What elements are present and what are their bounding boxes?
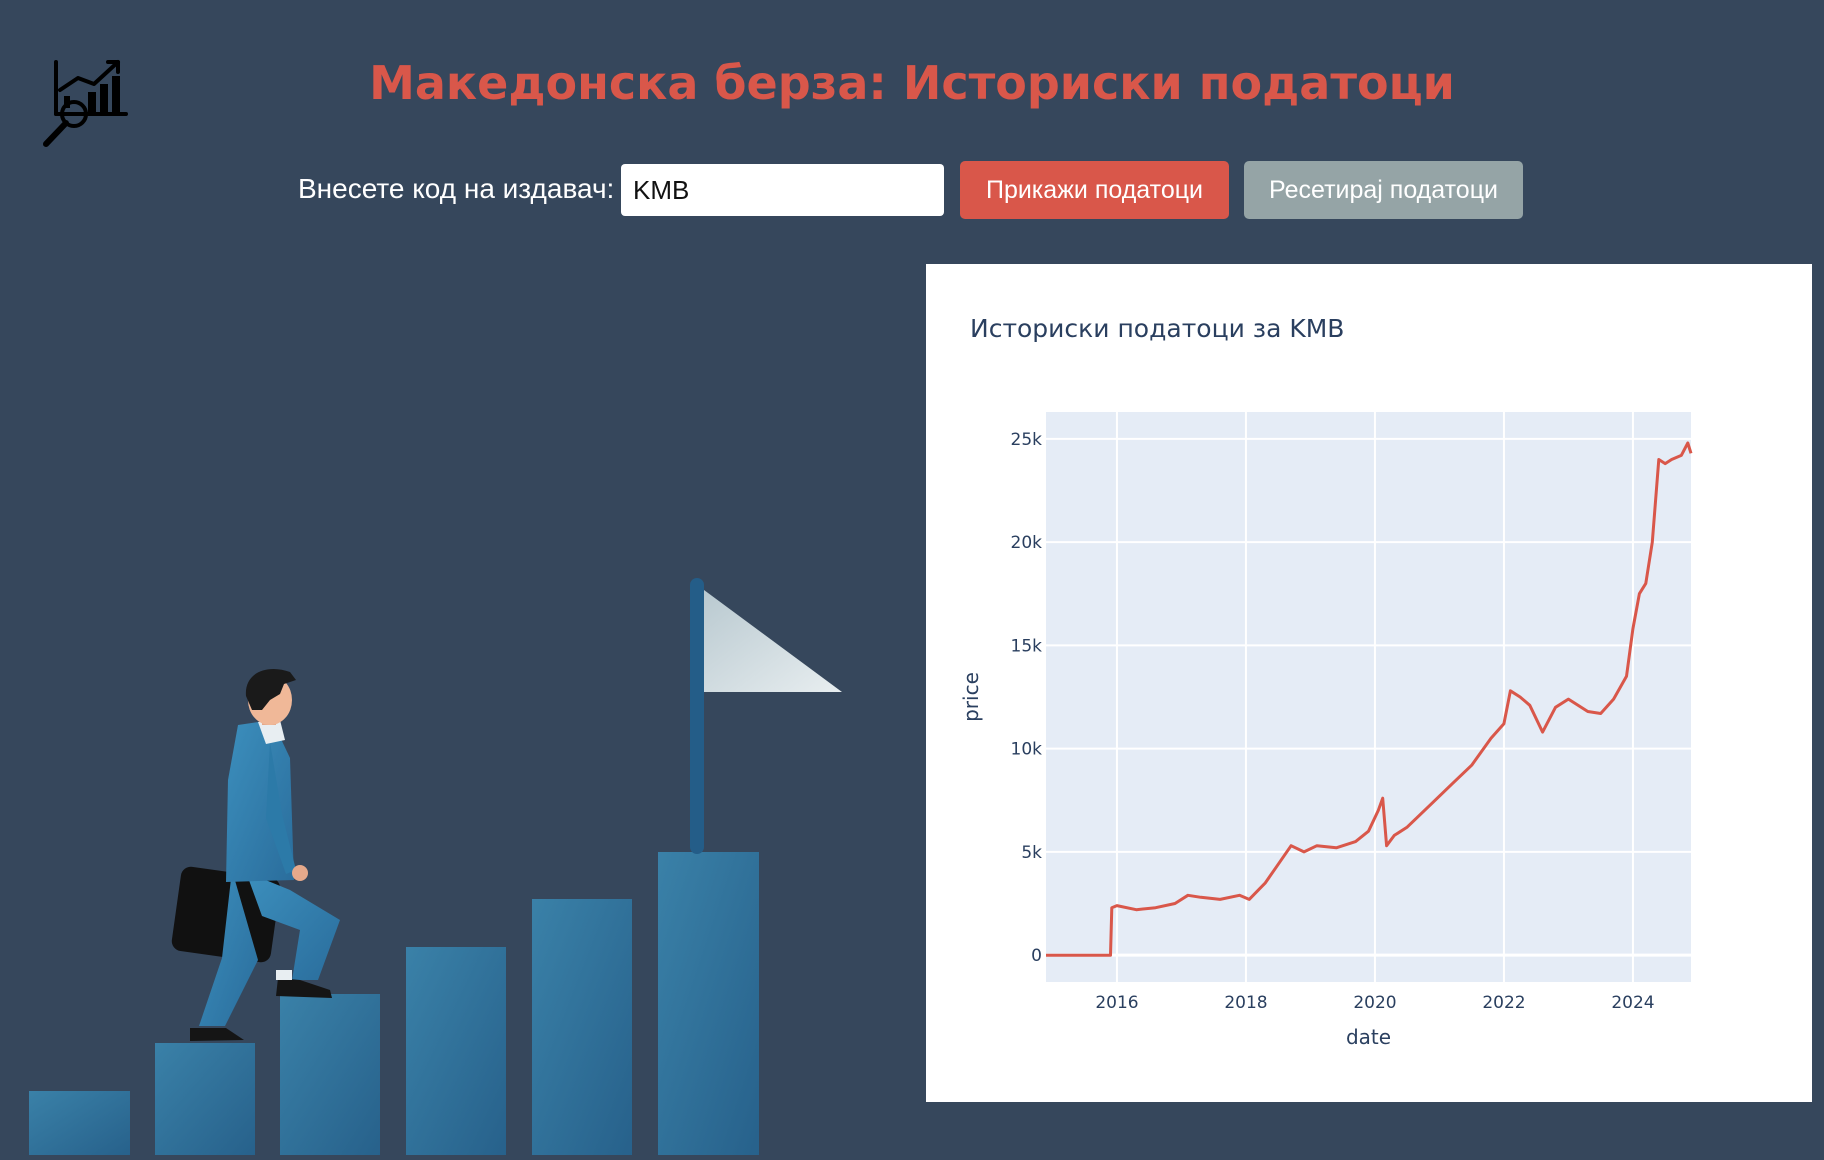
x-axis-title: date xyxy=(1346,1025,1391,1049)
issuer-code-label: Внесете код на издавач: xyxy=(298,173,615,204)
plot-area xyxy=(1046,412,1691,982)
y-tick-label: 20k xyxy=(1011,533,1043,553)
y-tick-label: 10k xyxy=(1011,740,1043,760)
x-tick-label: 2016 xyxy=(1095,993,1138,1013)
businessman xyxy=(171,669,340,1041)
show-data-button[interactable]: Прикажи податоци xyxy=(960,161,1229,219)
steps xyxy=(29,852,759,1155)
reset-data-button[interactable]: Ресетирај податоци xyxy=(1244,161,1523,219)
issuer-form: Внесете код на издавач: Прикажи податоци… xyxy=(0,161,1824,219)
y-tick-label: 15k xyxy=(1011,636,1043,656)
y-tick-label: 5k xyxy=(1021,843,1042,863)
x-tick-label: 2024 xyxy=(1611,993,1654,1013)
y-tick-label: 25k xyxy=(1011,430,1043,450)
flag-pole xyxy=(690,578,704,854)
page-title: Македонска берза: Историски податоци xyxy=(369,56,1455,110)
price-history-chart[interactable]: Историски податоци за KMB 2016 2018 2020 20… xyxy=(926,264,1812,1102)
x-tick-label: 2018 xyxy=(1224,993,1267,1013)
y-tick-label: 0 xyxy=(1031,946,1042,966)
x-tick-label: 2020 xyxy=(1353,993,1396,1013)
chart-title: Историски податоци за KMB xyxy=(970,314,1344,343)
flag xyxy=(704,590,842,692)
businessman-climbing-steps-illustration xyxy=(0,560,880,1155)
x-tick-label: 2022 xyxy=(1482,993,1525,1013)
y-axis-title: price xyxy=(959,672,983,722)
issuer-code-input[interactable] xyxy=(621,164,944,216)
